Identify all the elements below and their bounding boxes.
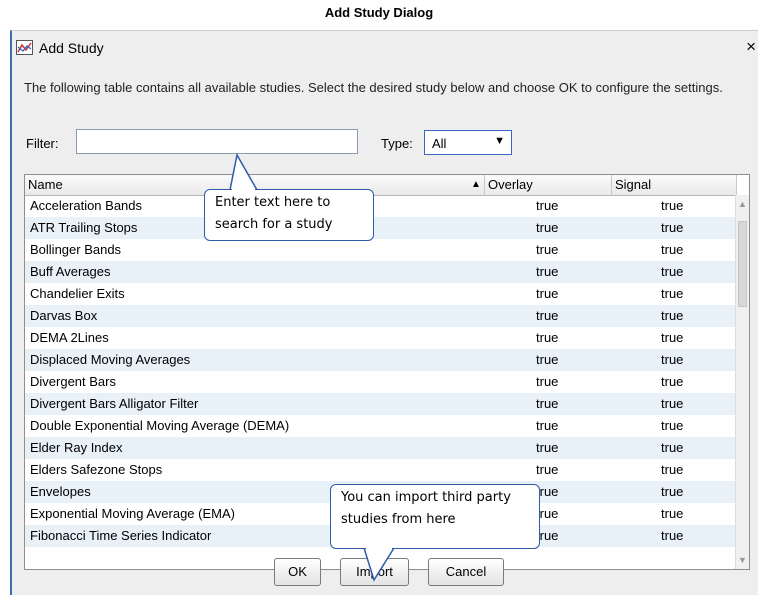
study-name-cell: Divergent Bars Alligator Filter — [30, 396, 199, 411]
type-select-value: All — [432, 136, 447, 151]
overlay-cell: true — [536, 264, 559, 279]
study-name-cell: Chandelier Exits — [30, 286, 125, 301]
table-row[interactable]: Double Exponential Moving Average (DEMA)… — [25, 415, 737, 437]
signal-cell: true — [661, 220, 684, 235]
table-row[interactable]: DEMA 2Lines true true — [25, 327, 737, 349]
study-name-cell: Elders Safezone Stops — [30, 462, 163, 477]
sort-ascending-icon: ▲ — [471, 179, 481, 190]
chart-icon — [16, 40, 33, 55]
study-name-cell: Fibonacci Time Series Indicator — [30, 528, 212, 543]
overlay-cell: true — [536, 198, 559, 213]
scroll-up-icon[interactable]: ▲ — [738, 199, 747, 209]
overlay-cell: true — [536, 308, 559, 323]
close-icon[interactable]: × — [746, 37, 756, 57]
add-study-dialog: Add Study × The following table contains… — [10, 30, 758, 595]
table-row[interactable]: Elders Safezone Stops true true — [25, 459, 737, 481]
table-row[interactable]: Darvas Box true true — [25, 305, 737, 327]
column-header-signal[interactable]: Signal — [612, 175, 737, 195]
filter-hint-callout: Enter text here to search for a study — [204, 189, 374, 241]
filter-label: Filter: — [26, 136, 59, 151]
signal-cell: true — [661, 462, 684, 477]
study-name-cell: Buff Averages — [30, 264, 111, 279]
study-name-cell: Elder Ray Index — [30, 440, 123, 455]
table-row[interactable]: Acceleration Bands true true — [25, 195, 737, 217]
table-row[interactable]: Buff Averages true true — [25, 261, 737, 283]
study-name-cell: Displaced Moving Averages — [30, 352, 191, 367]
overlay-cell: true — [536, 418, 559, 433]
chevron-down-icon: ▼ — [494, 135, 505, 147]
overlay-cell: true — [536, 374, 559, 389]
table-row[interactable]: Chandelier Exits true true — [25, 283, 737, 305]
overlay-cell: true — [536, 440, 559, 455]
type-select[interactable]: All ▼ — [424, 130, 512, 155]
signal-cell: true — [661, 308, 684, 323]
study-name-cell: Double Exponential Moving Average (DEMA) — [30, 418, 290, 433]
signal-cell: true — [661, 418, 684, 433]
overlay-cell: true — [536, 462, 559, 477]
dialog-description: The following table contains all availab… — [24, 80, 723, 95]
overlay-cell: true — [536, 396, 559, 411]
study-name-cell: Envelopes — [30, 484, 91, 499]
signal-cell: true — [661, 484, 684, 499]
signal-cell: true — [661, 528, 684, 543]
signal-cell: true — [661, 396, 684, 411]
filter-input[interactable] — [76, 129, 358, 154]
import-button[interactable]: Import — [340, 558, 409, 586]
study-name-cell: Darvas Box — [30, 308, 98, 323]
title-bar: Add Study × — [12, 31, 758, 61]
table-row[interactable]: ATR Trailing Stops true true — [25, 217, 737, 239]
study-name-cell: Acceleration Bands — [30, 198, 143, 213]
study-name-cell: Exponential Moving Average (EMA) — [30, 506, 235, 521]
import-hint-callout: You can import third party studies from … — [330, 484, 540, 549]
vertical-scrollbar[interactable]: ▲ ▼ — [735, 195, 749, 569]
signal-cell: true — [661, 286, 684, 301]
study-name-cell: ATR Trailing Stops — [30, 220, 138, 235]
overlay-cell: true — [536, 286, 559, 301]
overlay-cell: true — [536, 330, 559, 345]
study-name-cell: Divergent Bars — [30, 374, 116, 389]
overlay-cell: true — [536, 352, 559, 367]
column-header-overlay-label: Overlay — [488, 177, 533, 192]
scrollbar-thumb[interactable] — [738, 221, 747, 307]
cancel-button[interactable]: Cancel — [428, 558, 504, 586]
table-row[interactable]: Displaced Moving Averages true true — [25, 349, 737, 371]
overlay-cell: true — [536, 242, 559, 257]
signal-cell: true — [661, 440, 684, 455]
signal-cell: true — [661, 374, 684, 389]
ok-button[interactable]: OK — [274, 558, 321, 586]
table-row[interactable]: Divergent Bars Alligator Filter true true — [25, 393, 737, 415]
scroll-down-icon[interactable]: ▼ — [738, 555, 747, 565]
table-row[interactable]: Elder Ray Index true true — [25, 437, 737, 459]
study-name-cell: DEMA 2Lines — [30, 330, 109, 345]
figure-caption: Add Study Dialog — [324, 5, 434, 20]
signal-cell: true — [661, 352, 684, 367]
signal-cell: true — [661, 198, 684, 213]
signal-cell: true — [661, 330, 684, 345]
table-header: Name ▲ Overlay Signal — [25, 175, 737, 196]
dialog-title: Add Study — [39, 40, 104, 56]
table-row[interactable]: Bollinger Bands true true — [25, 239, 737, 261]
signal-cell: true — [661, 506, 684, 521]
study-name-cell: Bollinger Bands — [30, 242, 122, 257]
type-label: Type: — [381, 136, 413, 151]
signal-cell: true — [661, 264, 684, 279]
signal-cell: true — [661, 242, 684, 257]
table-row[interactable]: Divergent Bars true true — [25, 371, 737, 393]
overlay-cell: true — [536, 220, 559, 235]
column-header-overlay[interactable]: ▲ Overlay — [471, 175, 612, 195]
